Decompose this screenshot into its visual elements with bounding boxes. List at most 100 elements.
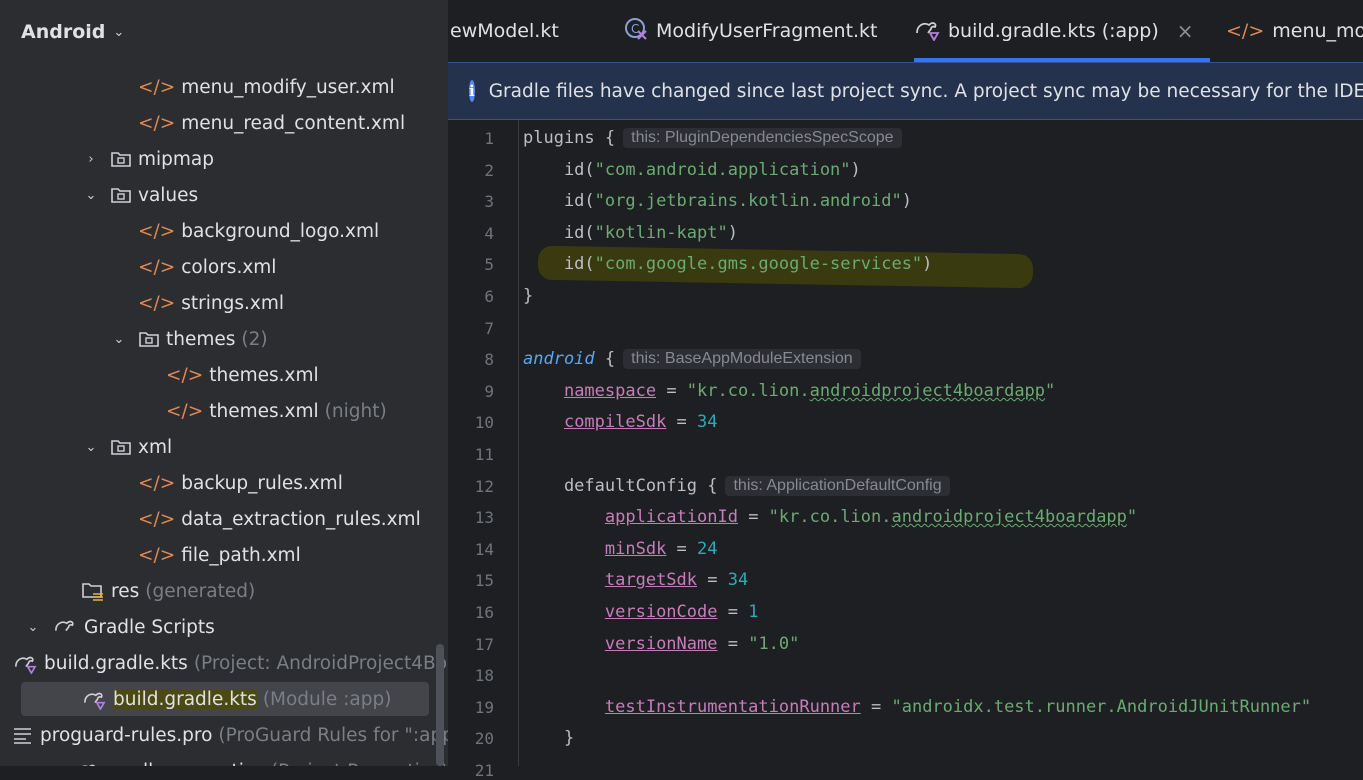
chevron-right-icon[interactable]: › <box>84 152 98 167</box>
tab-viewmodel[interactable]: ewModel.kt <box>450 0 559 62</box>
tree-item-label: values <box>138 184 199 206</box>
code-token: = <box>666 412 698 433</box>
tree-item-label: data_extraction_rules.xml <box>181 508 421 530</box>
code-token: id( <box>523 222 595 243</box>
line-number: 12 <box>474 476 494 496</box>
tree-item[interactable]: ⌄ Gradle Scripts <box>0 610 448 644</box>
line-number-gutter[interactable]: 1 2 3 4 5 6 7 8 9 10 11 12 13 14 15 16 17 18 19 20 21 <box>448 120 519 780</box>
tree-item[interactable]: ⌄ themes (2) <box>0 322 448 356</box>
code-token: versionName <box>604 633 718 654</box>
code-line: } <box>523 723 574 753</box>
code-line: applicationId = "kr.co.lion. androidproje… <box>523 502 1137 532</box>
code-token: { <box>594 349 616 370</box>
code-line: plugins {this: PluginDependenciesSpecSco… <box>523 123 902 153</box>
tree-item[interactable]: gradle.properties (Project Properties) <box>0 754 448 766</box>
code-token: 34 <box>727 570 749 591</box>
sidebar-scrollbar[interactable] <box>436 644 444 766</box>
code-token: 24 <box>697 538 718 559</box>
tree-item-label: strings.xml <box>181 292 284 314</box>
tree-item[interactable]: </> data_extraction_rules.xml <box>0 502 448 536</box>
line-number: 4 <box>484 223 494 243</box>
code-token: = <box>656 380 687 401</box>
gradle-sync-banner: i Gradle files have changed since last p… <box>448 62 1363 120</box>
code-token: = <box>697 570 728 591</box>
tree-item[interactable]: </> themes.xml <box>0 358 448 392</box>
tree-item[interactable]: </> backup_rules.xml <box>0 466 448 500</box>
tree-item[interactable]: </> menu_modify_user.xml <box>0 70 448 104</box>
tree-item[interactable]: res (generated) <box>0 574 448 608</box>
xml-file-icon: </> <box>138 256 176 278</box>
line-number: 11 <box>474 445 494 464</box>
tree-item-label: proguard-rules.pro <box>40 724 213 746</box>
code-line: id("com.google.gms.google-services") <box>523 249 932 279</box>
code-token: targetSdk <box>604 570 698 591</box>
tab-build-gradle-app[interactable]: build.gradle.kts (:app) × <box>914 0 1210 62</box>
tree-item-label: themes.xml <box>209 400 319 422</box>
text-file-icon <box>12 725 34 745</box>
line-number: 13 <box>474 508 494 528</box>
tree-item[interactable]: </> file_path.xml <box>0 538 448 572</box>
project-view-selector[interactable]: Android ⌄ <box>21 18 124 46</box>
tree-item-hint: (night) <box>324 400 387 422</box>
chevron-down-icon[interactable]: ⌄ <box>84 188 98 203</box>
code-token: "1.0" <box>748 633 800 654</box>
xml-file-icon: </> <box>138 544 176 566</box>
line-number: 20 <box>474 729 494 749</box>
tree-item[interactable]: </> colors.xml <box>0 250 448 284</box>
code-token: " <box>1045 380 1056 401</box>
code-token: defaultConfig { <box>523 475 718 496</box>
close-icon[interactable]: × <box>1177 19 1194 43</box>
folder-icon <box>138 329 160 349</box>
code-token: 34 <box>697 412 718 433</box>
gradle-icon <box>52 616 78 638</box>
code-token: = <box>860 696 892 717</box>
tree-item-hint: (generated) <box>145 580 256 602</box>
code-token: id( <box>523 254 595 275</box>
tree-item[interactable]: ⌄ values <box>0 178 448 212</box>
code-token: = <box>717 602 749 622</box>
tree-item[interactable]: › mipmap <box>0 142 448 176</box>
folder-icon <box>110 149 132 169</box>
code-token: applicationId <box>604 507 738 528</box>
tree-item[interactable]: </> themes.xml (night) <box>0 394 448 428</box>
tree-item[interactable]: build.gradle.kts (Project: AndroidProject… <box>0 646 448 680</box>
gradle-kts-icon <box>74 760 100 766</box>
line-number: 14 <box>474 539 494 559</box>
chevron-down-icon[interactable]: ⌄ <box>26 620 40 635</box>
project-view-label: Android <box>21 21 106 43</box>
tree-item[interactable]: </> strings.xml <box>0 286 448 320</box>
xml-file-icon: </> <box>166 364 204 386</box>
line-number: 3 <box>484 192 494 212</box>
code-token: androidproject4boardapp <box>809 380 1046 401</box>
code-editor[interactable]: plugins {this: PluginDependenciesSpecSco… <box>523 120 1363 766</box>
banner-text: Gradle files have changed since last pro… <box>488 80 1363 102</box>
code-token: "com.google.gms.google-services" <box>594 254 923 275</box>
line-number: 9 <box>484 381 494 401</box>
tree-item-hint: (2) <box>241 328 268 350</box>
line-number: 16 <box>474 603 494 622</box>
tree-item-hint: (Project Properties) <box>271 761 448 767</box>
tab-modify-user-fragment[interactable]: C ModifyUserFragment.kt <box>624 0 878 62</box>
code-token: id( <box>523 191 595 212</box>
line-number: 8 <box>484 350 494 370</box>
tree-item[interactable]: ⌄ xml <box>0 430 448 464</box>
tab-menu-modify-user[interactable]: </> menu_modify_user.xml <box>1226 0 1363 62</box>
code-token: id( <box>523 159 595 180</box>
tree-item-label: mipmap <box>138 148 215 170</box>
tree-item[interactable]: proguard-rules.pro (ProGuard Rules for ":… <box>0 718 448 752</box>
chevron-down-icon[interactable]: ⌄ <box>112 332 126 347</box>
chevron-down-icon[interactable]: ⌄ <box>84 440 98 455</box>
tree-item[interactable]: </> background_logo.xml <box>0 214 448 248</box>
tree-item-label: xml <box>138 436 173 458</box>
tree-item[interactable]: </> menu_read_content.xml <box>0 106 448 140</box>
line-number: 18 <box>474 666 494 686</box>
code-token: "org.jetbrains.kotlin.android" <box>594 191 902 212</box>
inlay-hint: this: BaseAppModuleExtension <box>623 349 861 370</box>
line-number: 21 <box>474 761 494 780</box>
code-line: id("com.android.application") <box>523 155 861 185</box>
tree-item[interactable]: build.gradle.kts (Module :app) <box>21 682 429 716</box>
xml-file-icon: </> <box>138 472 176 494</box>
